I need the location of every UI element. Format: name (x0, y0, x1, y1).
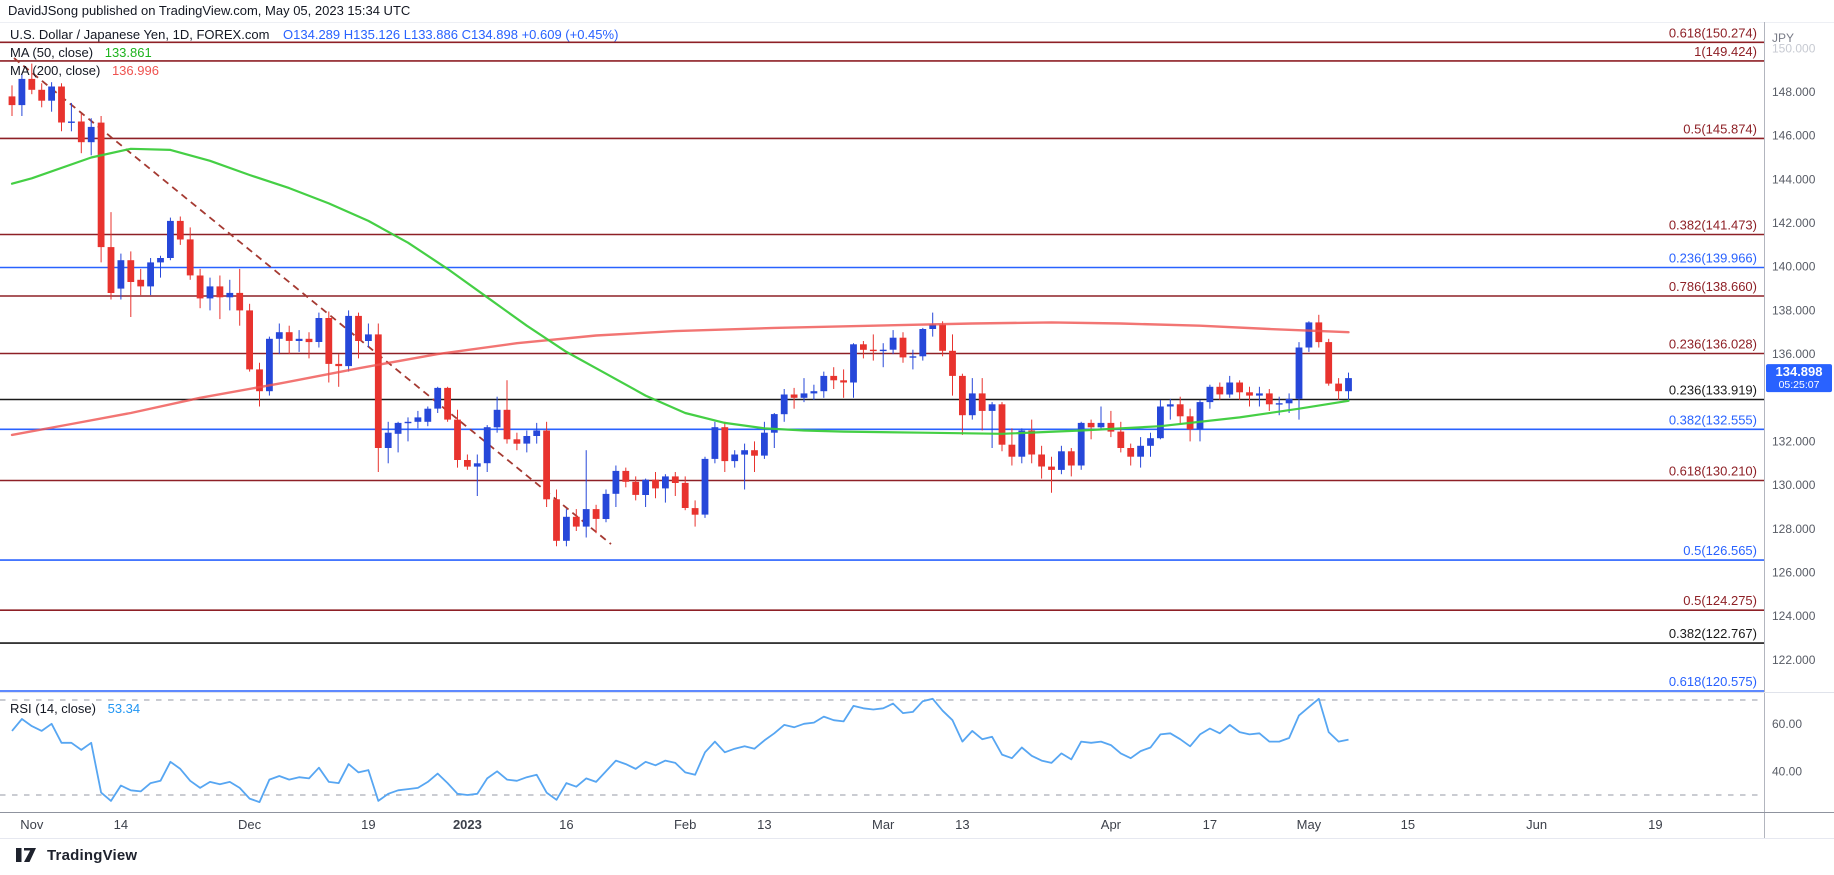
svg-text:122.000: 122.000 (1772, 653, 1816, 667)
ohlc-values: O134.289 H135.126 L133.886 C134.898 +0.6… (283, 27, 618, 42)
svg-text:1(149.424): 1(149.424) (1694, 44, 1757, 59)
time-axis: Nov 14 Dec 19 2023 16 Feb 13 Mar 13 Apr 17 May 15 Jun 1… (0, 813, 1834, 839)
ma200-line (12, 322, 1349, 435)
svg-text:136.000: 136.000 (1772, 347, 1816, 361)
fib-labels-layer: 0.618(150.274) 1(149.424) 0.5(145.874) 0.38… (1669, 25, 1757, 689)
chart-legend: U.S. Dollar / Japanese Yen, 1D, FOREX.co… (10, 26, 618, 80)
svg-text:Nov: Nov (20, 817, 44, 832)
svg-text:0.618(130.210): 0.618(130.210) (1669, 464, 1757, 479)
svg-text:15: 15 (1401, 817, 1415, 832)
svg-text:130.000: 130.000 (1772, 478, 1816, 492)
svg-text:146.000: 146.000 (1772, 129, 1816, 143)
svg-text:144.000: 144.000 (1772, 172, 1816, 186)
ma50-label[interactable]: MA (50, close) (10, 45, 93, 60)
svg-text:Jun: Jun (1526, 817, 1547, 832)
rsi-line (12, 699, 1349, 802)
svg-text:128.000: 128.000 (1772, 522, 1816, 536)
svg-text:19: 19 (361, 817, 375, 832)
ma200-label[interactable]: MA (200, close) (10, 63, 100, 78)
svg-text:126.000: 126.000 (1772, 566, 1816, 580)
footer-brand[interactable]: TradingView (16, 845, 137, 865)
svg-text:0.786(138.660): 0.786(138.660) (1669, 279, 1757, 294)
rsi-pane: 60.00 40.00 (0, 693, 1834, 803)
svg-text:0.618(150.274): 0.618(150.274) (1669, 25, 1757, 40)
rsi-legend-row[interactable]: RSI (14, close) 53.34 (10, 700, 140, 718)
svg-text:60.00: 60.00 (1772, 717, 1802, 731)
symbol-title[interactable]: U.S. Dollar / Japanese Yen, 1D, FOREX.co… (10, 27, 269, 42)
current-price-badge: 134.89805:25:07 (1766, 364, 1832, 392)
fib-lines-layer (0, 42, 1764, 691)
rsi-label[interactable]: RSI (14, close) (10, 701, 96, 716)
price-axis: JPY150.000148.000146.000144.000142.00014… (1765, 22, 1816, 838)
svg-text:13: 13 (757, 817, 771, 832)
svg-text:0.236(133.919): 0.236(133.919) (1669, 383, 1757, 398)
svg-text:0.5(126.565): 0.5(126.565) (1683, 543, 1757, 558)
svg-text:124.000: 124.000 (1772, 609, 1816, 623)
svg-text:140.000: 140.000 (1772, 260, 1816, 274)
svg-text:0.5(145.874): 0.5(145.874) (1683, 121, 1757, 136)
svg-text:2023: 2023 (453, 817, 482, 832)
svg-text:13: 13 (955, 817, 969, 832)
svg-text:40.00: 40.00 (1772, 764, 1802, 778)
svg-text:16: 16 (559, 817, 573, 832)
ma200-value: 136.996 (112, 63, 159, 78)
svg-text:138.000: 138.000 (1772, 303, 1816, 317)
svg-text:0.236(139.966): 0.236(139.966) (1669, 251, 1757, 266)
svg-text:17: 17 (1203, 817, 1217, 832)
svg-text:0.382(122.767): 0.382(122.767) (1669, 626, 1757, 641)
svg-text:0.236(136.028): 0.236(136.028) (1669, 337, 1757, 352)
svg-text:May: May (1297, 817, 1322, 832)
candles-layer (9, 64, 1352, 547)
tradingview-chart-page: DavidJSong published on TradingView.com,… (0, 0, 1834, 875)
tradingview-logo-icon (16, 845, 40, 865)
publish-header-text: DavidJSong published on TradingView.com,… (8, 3, 410, 18)
price-chart-canvas[interactable]: JPY150.000148.000146.000144.000142.00014… (0, 0, 1834, 875)
svg-text:Dec: Dec (238, 817, 262, 832)
svg-text:132.000: 132.000 (1772, 434, 1816, 448)
svg-text:0.382(141.473): 0.382(141.473) (1669, 218, 1757, 233)
svg-text:19: 19 (1648, 817, 1662, 832)
publish-header: DavidJSong published on TradingView.com,… (8, 3, 410, 18)
rsi-value: 53.34 (108, 701, 141, 716)
symbol-legend-row[interactable]: U.S. Dollar / Japanese Yen, 1D, FOREX.co… (10, 26, 618, 44)
brand-text: TradingView (47, 847, 137, 864)
svg-text:05:25:07: 05:25:07 (1779, 379, 1820, 391)
svg-text:Apr: Apr (1101, 817, 1122, 832)
svg-text:0.5(124.275): 0.5(124.275) (1683, 593, 1757, 608)
svg-text:0.382(132.555): 0.382(132.555) (1669, 412, 1757, 427)
svg-text:150.000: 150.000 (1772, 41, 1816, 55)
ma50-value: 133.861 (105, 45, 152, 60)
ma200-legend-row[interactable]: MA (200, close) 136.996 (10, 62, 618, 80)
svg-text:Mar: Mar (872, 817, 895, 832)
svg-text:Feb: Feb (674, 817, 696, 832)
svg-text:134.898: 134.898 (1776, 364, 1823, 379)
svg-text:14: 14 (114, 817, 128, 832)
svg-text:148.000: 148.000 (1772, 85, 1816, 99)
svg-text:0.618(120.575): 0.618(120.575) (1669, 674, 1757, 689)
ma50-legend-row[interactable]: MA (50, close) 133.861 (10, 44, 618, 62)
svg-text:142.000: 142.000 (1772, 216, 1816, 230)
